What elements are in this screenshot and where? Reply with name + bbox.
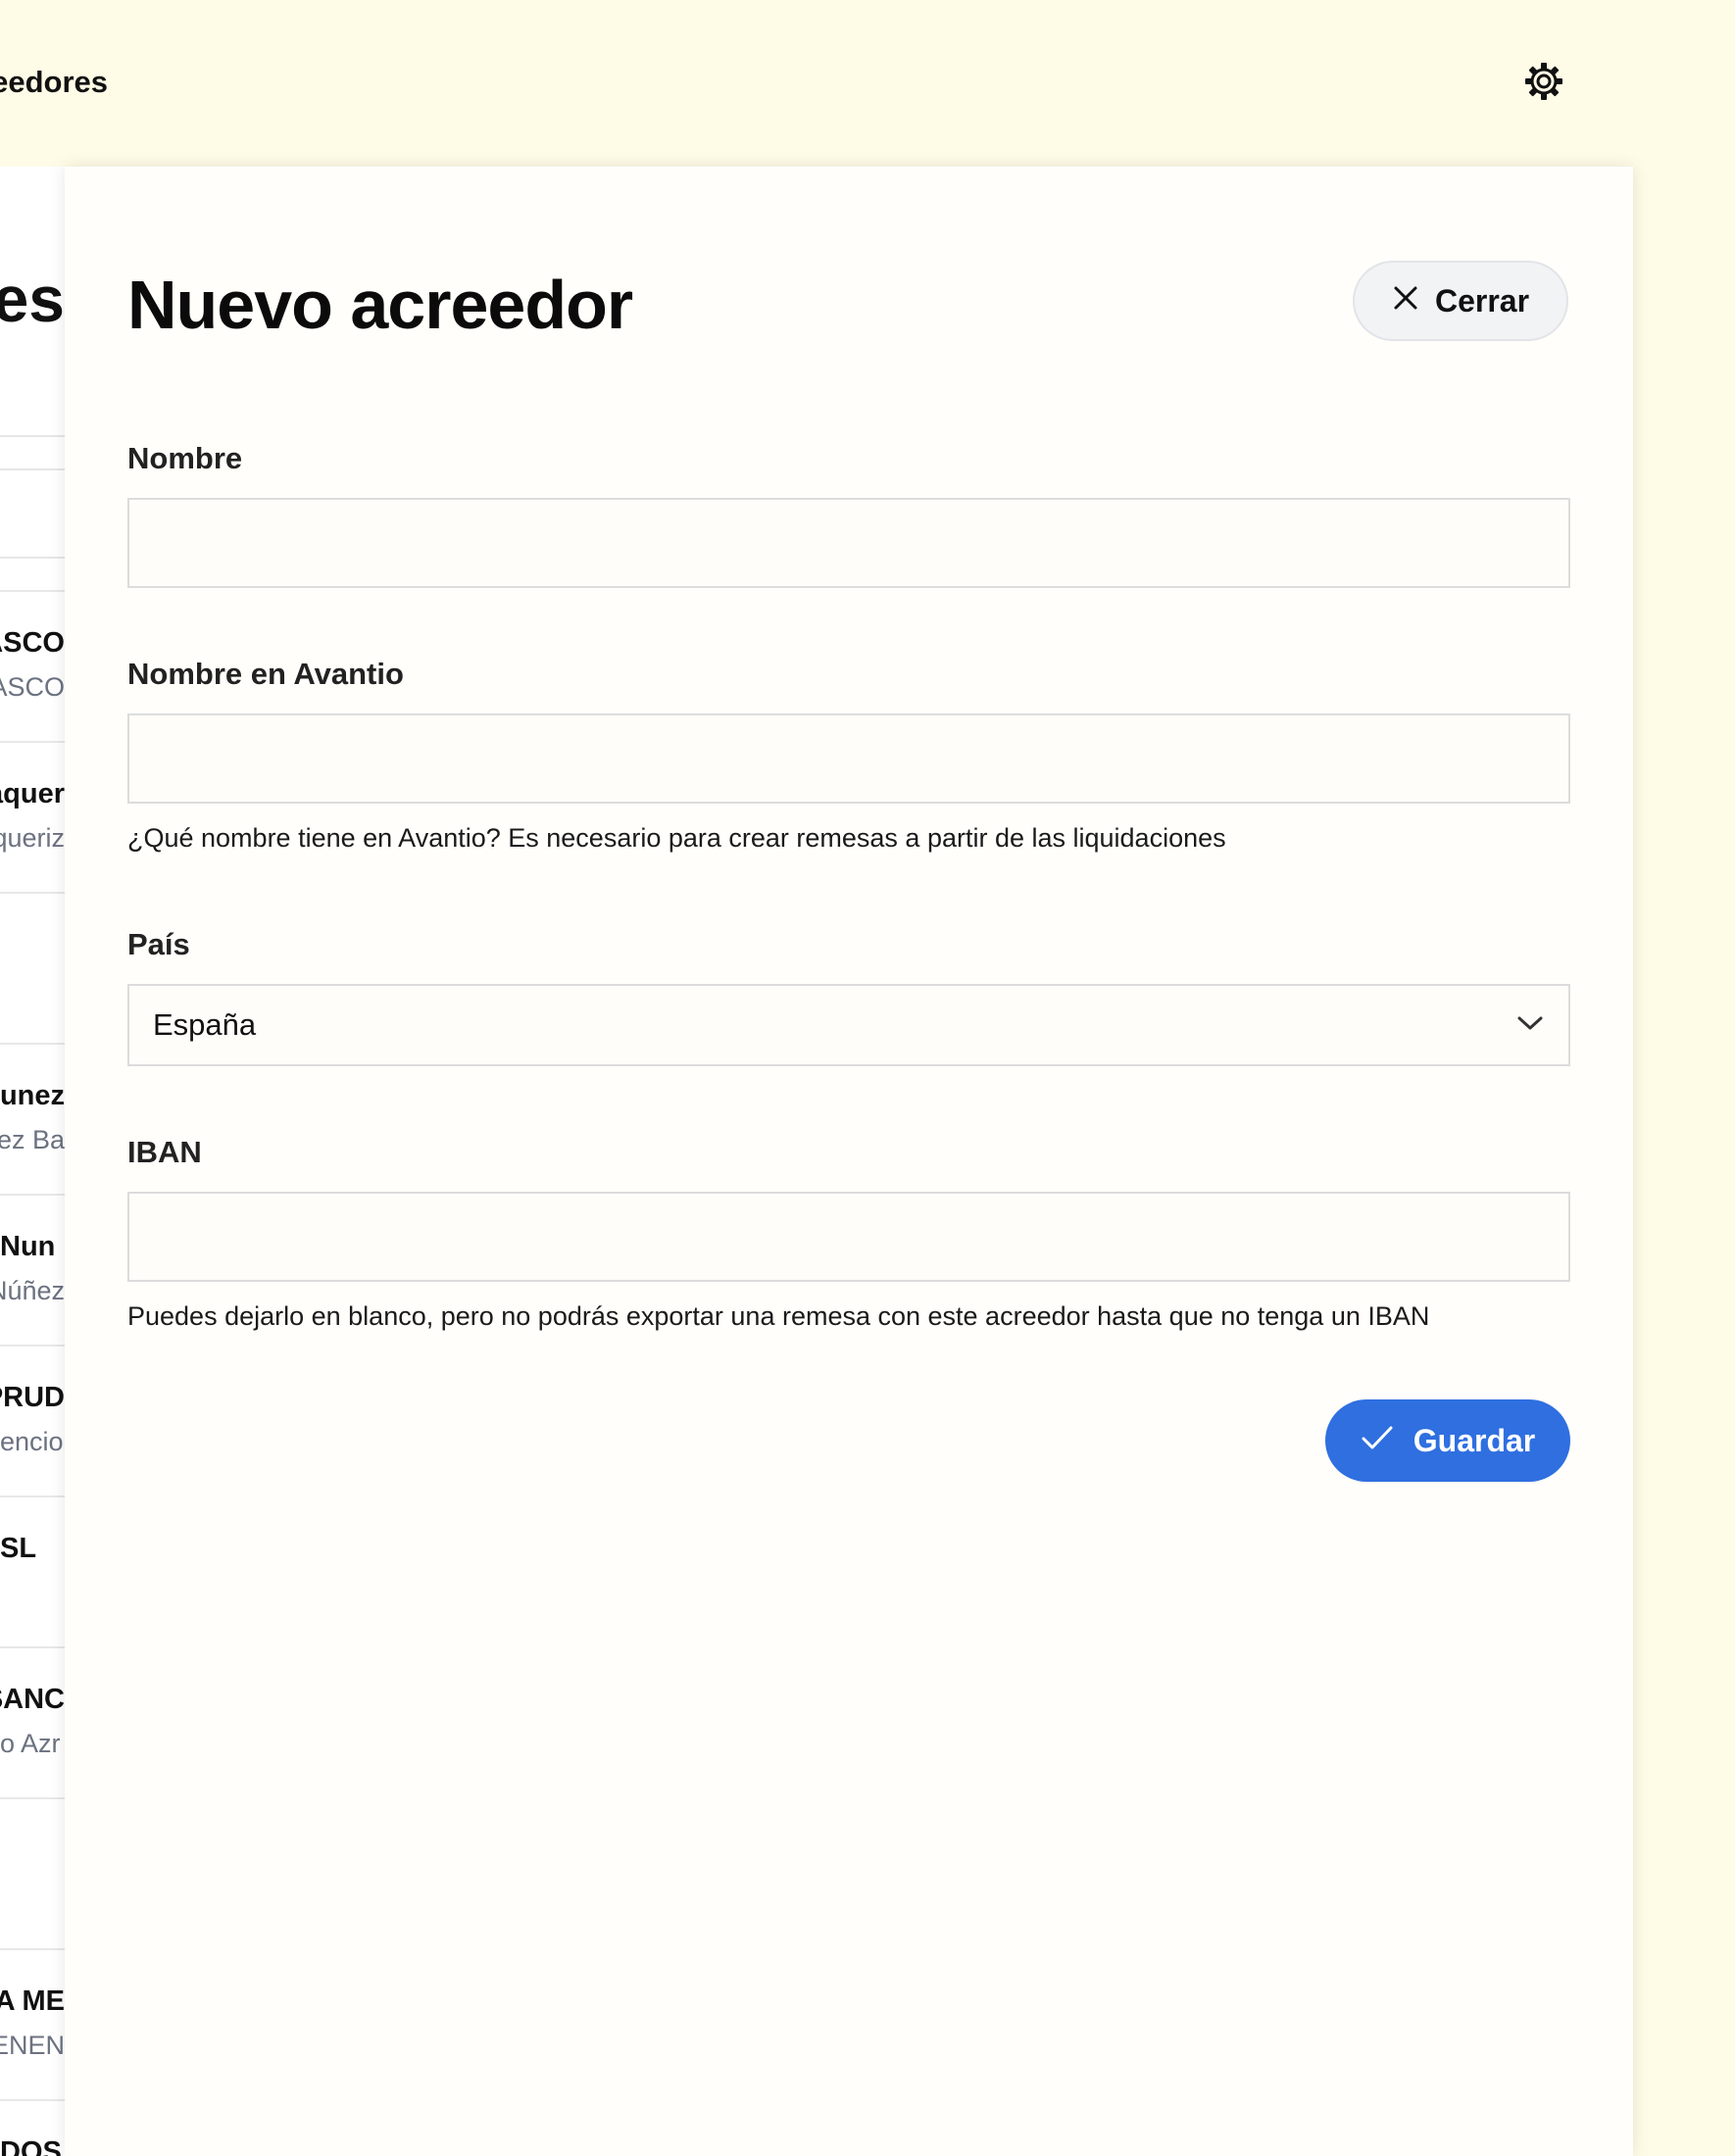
close-button-label: Cerrar: [1434, 282, 1530, 318]
nombre-avantio-help: ¿Qué nombre tiene en Avantio? Es necesar…: [127, 823, 1226, 853]
pais-select[interactable]: España: [127, 984, 1570, 1066]
list-item[interactable]: CASCO CASCO: [0, 590, 65, 743]
list-item-title: A ME: [0, 1985, 65, 2017]
list-item[interactable]: [0, 892, 65, 1045]
background-heading: Acreedores: [0, 263, 65, 335]
list-item-title: DOS: [0, 2136, 62, 2156]
list-item-title: Nunez: [0, 1080, 65, 1111]
list-item[interactable]: SL: [0, 1495, 65, 1648]
list-item[interactable]: Vaquer Vaqueriz: [0, 741, 65, 894]
list-item[interactable]: DOS: [0, 2099, 65, 2156]
divider: [0, 435, 65, 437]
panel-title: Nuevo acreedor: [127, 267, 633, 343]
list-item[interactable]: A ME ENEN: [0, 1948, 65, 2101]
new-creditor-panel: Nuevo acreedor Cerrar Nombre Nombre en A…: [65, 167, 1633, 2156]
divider: [0, 557, 65, 559]
nombre-avantio-input[interactable]: [127, 713, 1570, 804]
list-item-subtitle: Vaqueriz: [0, 823, 65, 853]
list-item-subtitle: ENEN: [0, 2031, 65, 2060]
close-icon: [1392, 283, 1419, 319]
iban-label: IBAN: [127, 1135, 202, 1169]
list-item[interactable]: PRUD encio: [0, 1345, 65, 1497]
list-item-title: SL: [0, 1533, 37, 1564]
iban-help: Puedes dejarlo en blanco, pero no podrás…: [127, 1301, 1430, 1331]
list-item[interactable]: SANC o Azr: [0, 1646, 65, 1799]
nombre-label: Nombre: [127, 441, 243, 475]
iban-input[interactable]: [127, 1192, 1570, 1282]
chevron-down-icon: [1515, 1013, 1545, 1038]
list-item-subtitle: encio: [0, 1427, 64, 1456]
list-item-subtitle: CASCO: [0, 672, 65, 702]
nombre-avantio-label: Nombre en Avantio: [127, 657, 404, 691]
nombre-input[interactable]: [127, 498, 1570, 588]
close-button[interactable]: Cerrar: [1353, 261, 1568, 341]
background-list: Acreedores CASCO CASCO Vaquer Vaqueriz N…: [0, 167, 65, 2156]
list-item-subtitle: Núñez Ba: [0, 1125, 65, 1154]
list-item[interactable]: Nun Núñez: [0, 1194, 65, 1347]
list-item-title: PRUD: [0, 1382, 65, 1413]
divider: [0, 468, 65, 470]
list-item-title: Nun: [0, 1231, 56, 1262]
page-header-title: Acreedores: [0, 65, 108, 99]
save-button-label: Guardar: [1413, 1422, 1536, 1458]
save-button[interactable]: Guardar: [1325, 1399, 1570, 1482]
list-item-subtitle: o Azr: [0, 1729, 61, 1758]
pais-label: País: [127, 927, 190, 961]
check-icon: [1361, 1423, 1394, 1459]
gear-icon[interactable]: [1523, 61, 1564, 102]
list-item-subtitle: Núñez: [0, 1276, 65, 1305]
pais-select-value: España: [153, 1007, 257, 1042]
list-item[interactable]: Nunez Núñez Ba: [0, 1043, 65, 1196]
list-item-title: Vaquer: [0, 778, 65, 809]
list-item-title: CASCO: [0, 627, 65, 659]
list-item-title: SANC: [0, 1684, 65, 1715]
list-item[interactable]: [0, 1797, 65, 1950]
